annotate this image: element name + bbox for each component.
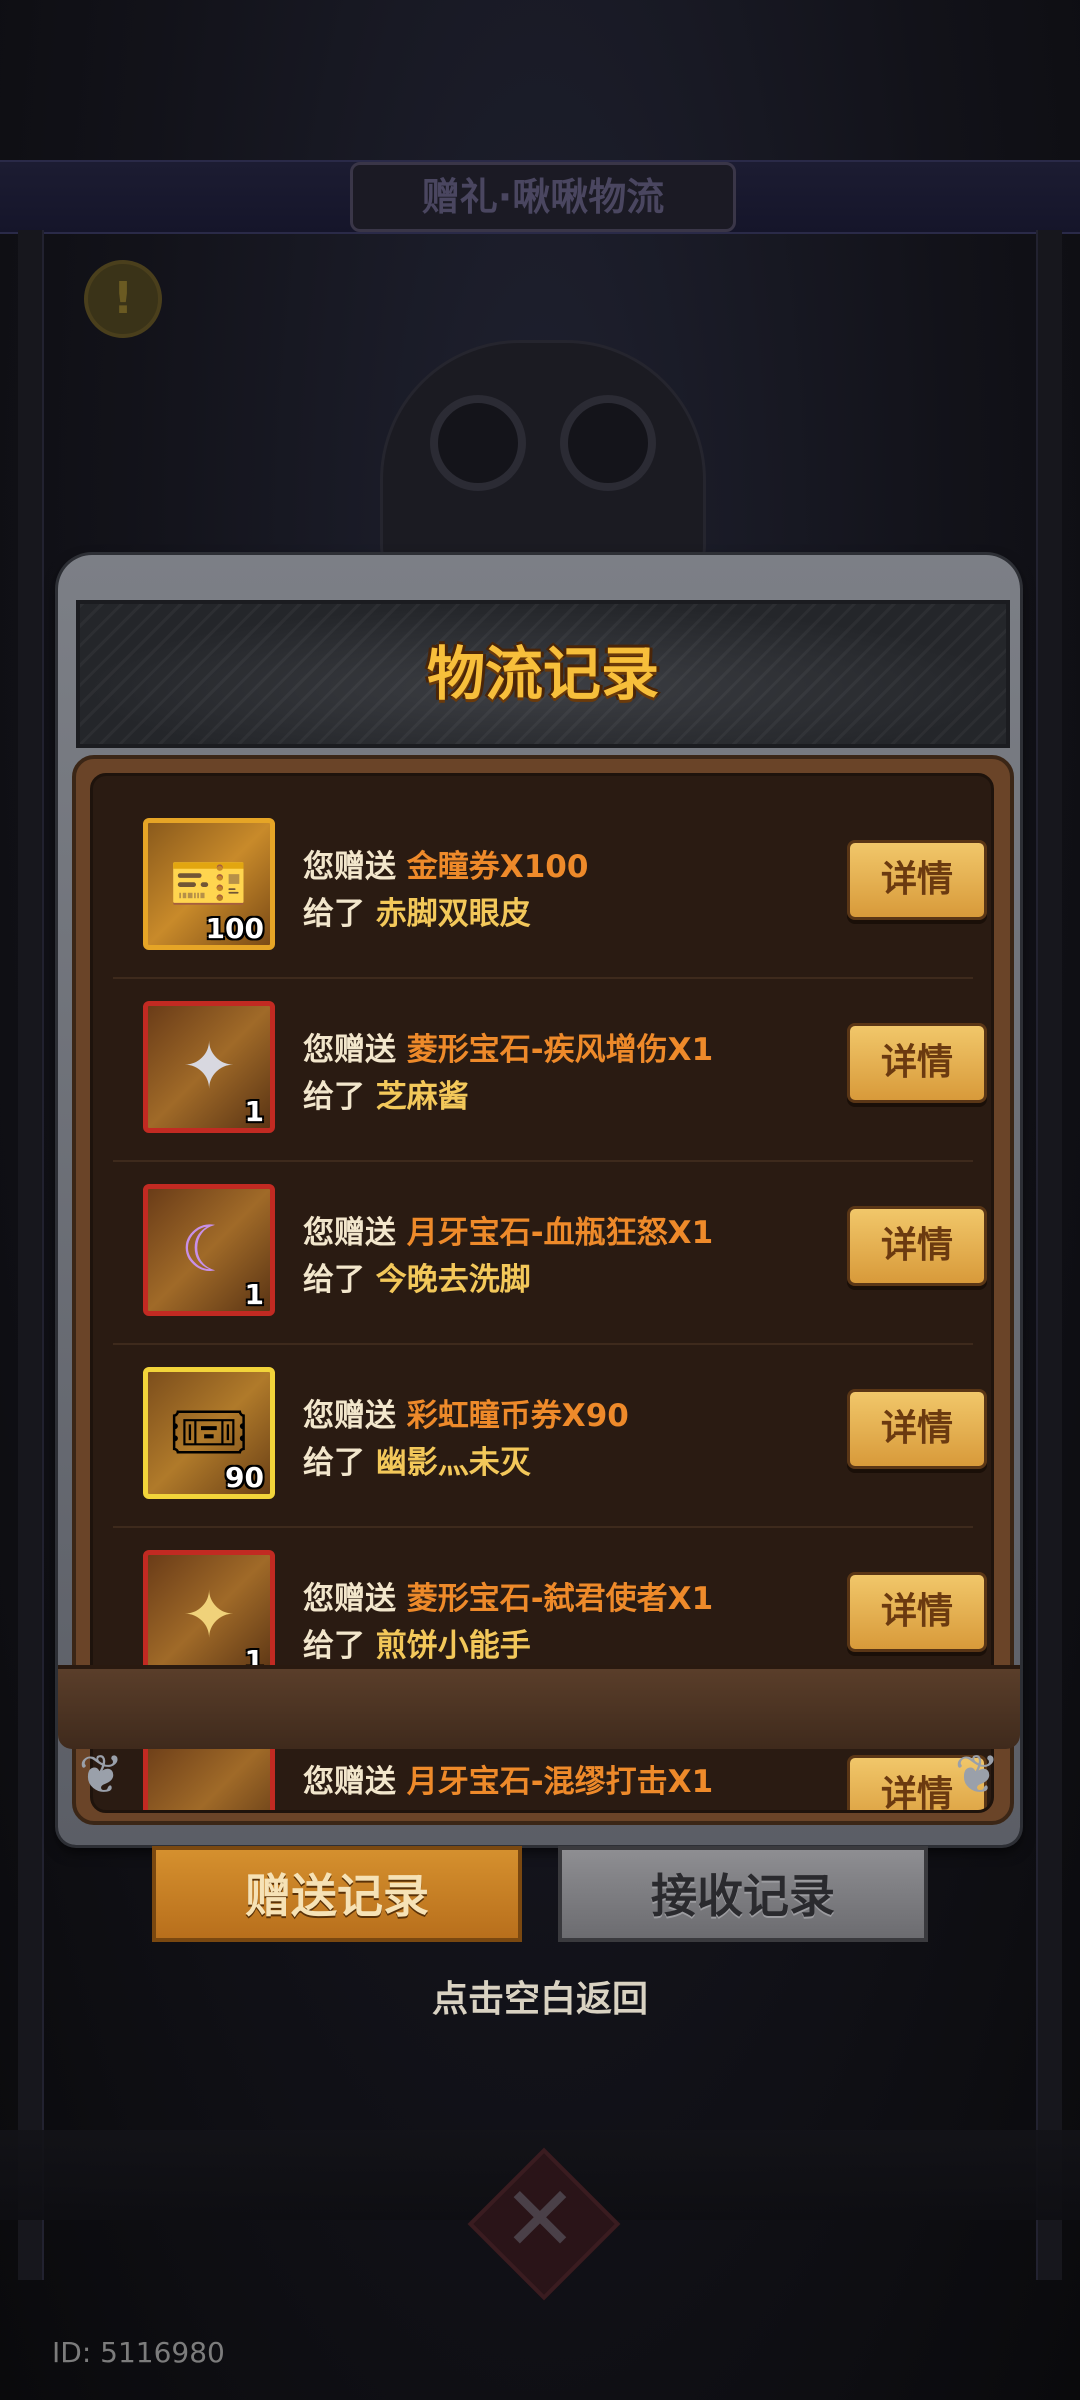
- item-quantity: 100: [205, 912, 264, 945]
- item-quantity: 1: [244, 1278, 264, 1311]
- record-sent-line: 您赠送 金瞳券X100: [303, 841, 588, 886]
- dialog-title: 物流记录: [426, 640, 659, 708]
- record-row: ☾ 1 您赠送 月牙宝石-血瓶狂怒X1 给了 今晚去洗脚 详情: [113, 1162, 987, 1345]
- to-prefix: 给了: [303, 1079, 365, 1115]
- corner-ornament-right-icon: ❦: [954, 1743, 1000, 1806]
- background-title: 赠礼·啾啾物流: [350, 162, 736, 232]
- record-recipient-line: 给了 赤脚双眼皮: [303, 888, 531, 933]
- dialog-footer: [58, 1665, 1020, 1749]
- recipient-name: 芝麻酱: [375, 1079, 469, 1115]
- rainbow-ticket-icon[interactable]: 🎟 90: [143, 1367, 275, 1499]
- to-prefix: 给了: [303, 1445, 365, 1481]
- record-recipient-line: 给了 今晚去洗脚: [303, 1254, 531, 1299]
- record-recipient-line: 给了 煎饼小能手: [303, 1620, 531, 1665]
- item-name: 彩虹瞳币券X90: [406, 1398, 629, 1434]
- to-prefix: 给了: [303, 896, 365, 932]
- tab-receive-records[interactable]: 接收记录: [558, 1846, 928, 1942]
- record-row: 🎫 100 您赠送 金瞳券X100 给了 赤脚双眼皮 详情: [113, 796, 987, 979]
- item-name: 月牙宝石-血瓶狂怒X1: [406, 1215, 714, 1251]
- records-list: 🎫 100 您赠送 金瞳券X100 给了 赤脚双眼皮 详情 ✦ 1 您赠送 菱形…: [113, 796, 987, 1810]
- detail-button[interactable]: 详情: [847, 1023, 987, 1103]
- to-prefix: 给了: [303, 1262, 365, 1298]
- user-id: ID: 5116980: [52, 2336, 225, 2369]
- item-name: 菱形宝石-弑君使者X1: [406, 1581, 714, 1617]
- detail-button[interactable]: 详情: [847, 1206, 987, 1286]
- item-name: 月牙宝石-混缪打击X1: [406, 1764, 714, 1800]
- record-row: 🎟 90 您赠送 彩虹瞳币券X90 给了 幽影灬未灭 详情: [113, 1345, 987, 1528]
- record-sent-line: 您赠送 菱形宝石-弑君使者X1: [303, 1573, 713, 1618]
- to-prefix: 给了: [303, 1628, 365, 1664]
- record-row: ✦ 1 您赠送 菱形宝石-疾风增伤X1 给了 芝麻酱 详情: [113, 979, 987, 1162]
- corner-ornament-left-icon: ❦: [78, 1743, 124, 1806]
- record-recipient-line: 给了 幽影灬未灭: [303, 1437, 531, 1482]
- sent-prefix: 您赠送: [303, 1215, 396, 1251]
- record-sent-line: 您赠送 月牙宝石-血瓶狂怒X1: [303, 1207, 713, 1252]
- recipient-name: 今晚去洗脚: [375, 1262, 531, 1298]
- warning-icon: !: [84, 260, 162, 338]
- record-sent-line: 您赠送 菱形宝石-疾风增伤X1: [303, 1024, 713, 1069]
- background-character: [380, 340, 706, 586]
- diamond-gem-icon[interactable]: ✦ 1: [143, 1001, 275, 1133]
- item-quantity: 1: [244, 1095, 264, 1128]
- detail-button[interactable]: 详情: [847, 1572, 987, 1652]
- tap-to-return-hint[interactable]: 点击空白返回: [0, 1970, 1080, 2022]
- close-x-icon: ✕: [502, 2167, 578, 2272]
- item-quantity: 90: [225, 1461, 264, 1494]
- record-sent-line: 您赠送 月牙宝石-混缪打击X1: [303, 1756, 713, 1801]
- golden-ticket-icon[interactable]: 🎫 100: [143, 818, 275, 950]
- sent-prefix: 您赠送: [303, 1032, 396, 1068]
- dialog-header: 物流记录: [76, 600, 1010, 748]
- item-name: 金瞳券X100: [406, 849, 589, 885]
- sent-prefix: 您赠送: [303, 1398, 396, 1434]
- sent-prefix: 您赠送: [303, 1764, 396, 1800]
- crescent-gem-icon[interactable]: ☾ 1: [143, 1184, 275, 1316]
- recipient-name: 煎饼小能手: [375, 1628, 531, 1664]
- record-recipient-line: 给了 芝麻酱: [303, 1071, 469, 1116]
- logistics-dialog: 物流记录 🎫 100 您赠送 金瞳券X100 给了 赤脚双眼皮 详情 ✦ 1 您…: [58, 555, 1020, 1845]
- detail-button[interactable]: 详情: [847, 1389, 987, 1469]
- sent-prefix: 您赠送: [303, 849, 396, 885]
- sent-prefix: 您赠送: [303, 1581, 396, 1617]
- recipient-name: 赤脚双眼皮: [375, 896, 531, 932]
- goggle-icon: [430, 395, 526, 491]
- tab-send-records[interactable]: 赠送记录: [152, 1846, 522, 1942]
- goggle-icon: [560, 395, 656, 491]
- recipient-name: 幽影灬未灭: [375, 1445, 531, 1481]
- diamond-gem-icon[interactable]: ✦ 1: [143, 1550, 275, 1682]
- item-name: 菱形宝石-疾风增伤X1: [406, 1032, 714, 1068]
- detail-button[interactable]: 详情: [847, 840, 987, 920]
- record-sent-line: 您赠送 彩虹瞳币券X90: [303, 1390, 629, 1435]
- records-scroll-area[interactable]: 🎫 100 您赠送 金瞳券X100 给了 赤脚双眼皮 详情 ✦ 1 您赠送 菱形…: [90, 773, 994, 1813]
